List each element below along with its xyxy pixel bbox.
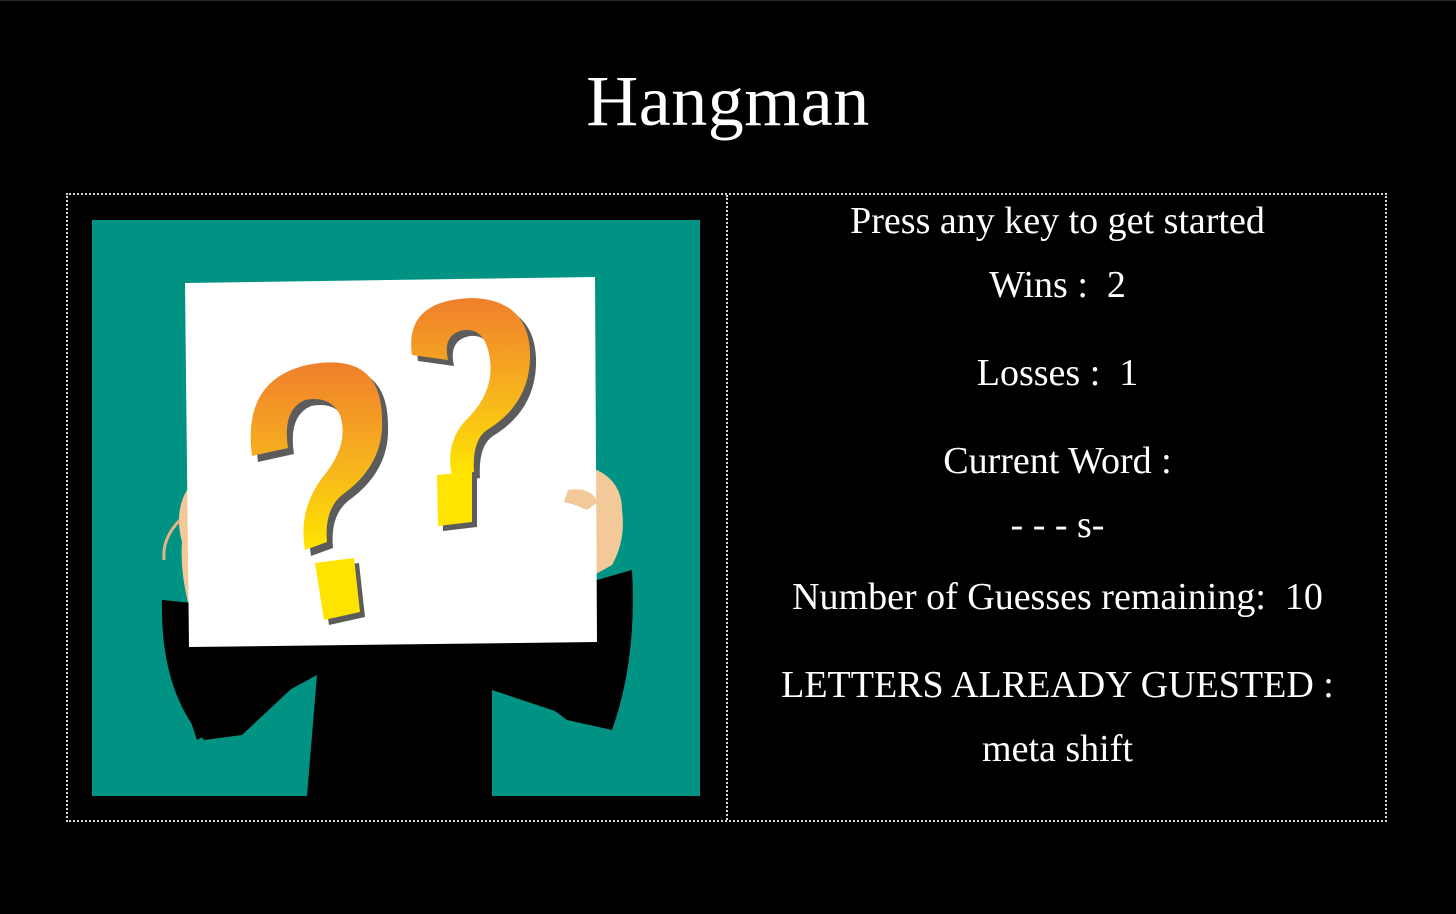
- letters-guessed-label: LETTERS ALREADY GUESTED :: [781, 664, 1334, 706]
- hangman-page: Hangman Press any key to get started Win…: [0, 0, 1456, 914]
- wins-row: Wins : 2: [728, 263, 1387, 307]
- guesses-label: Number of Guesses remaining:: [792, 576, 1266, 618]
- losses-value: 1: [1119, 352, 1139, 394]
- start-prompt: Press any key to get started: [850, 200, 1265, 242]
- current-word-label: Current Word :: [943, 440, 1172, 482]
- question-marks-illustration: [92, 220, 700, 796]
- game-board: Press any key to get started Wins : 2 Lo…: [66, 193, 1387, 822]
- guesses-remaining-row: Number of Guesses remaining: 10: [728, 575, 1387, 619]
- losses-row: Losses : 1: [728, 351, 1387, 395]
- letters-guessed-value: meta shift: [982, 728, 1133, 770]
- wins-label: Wins :: [989, 264, 1088, 306]
- page-title: Hangman: [586, 61, 870, 141]
- person-holding-sign-icon: [161, 277, 633, 796]
- wins-value: 2: [1106, 264, 1126, 306]
- current-word-display: - - - s-: [1010, 504, 1105, 546]
- losses-label: Losses :: [976, 352, 1101, 394]
- game-info-panel: Press any key to get started Wins : 2 Lo…: [728, 195, 1387, 820]
- guesses-value: 10: [1284, 576, 1323, 618]
